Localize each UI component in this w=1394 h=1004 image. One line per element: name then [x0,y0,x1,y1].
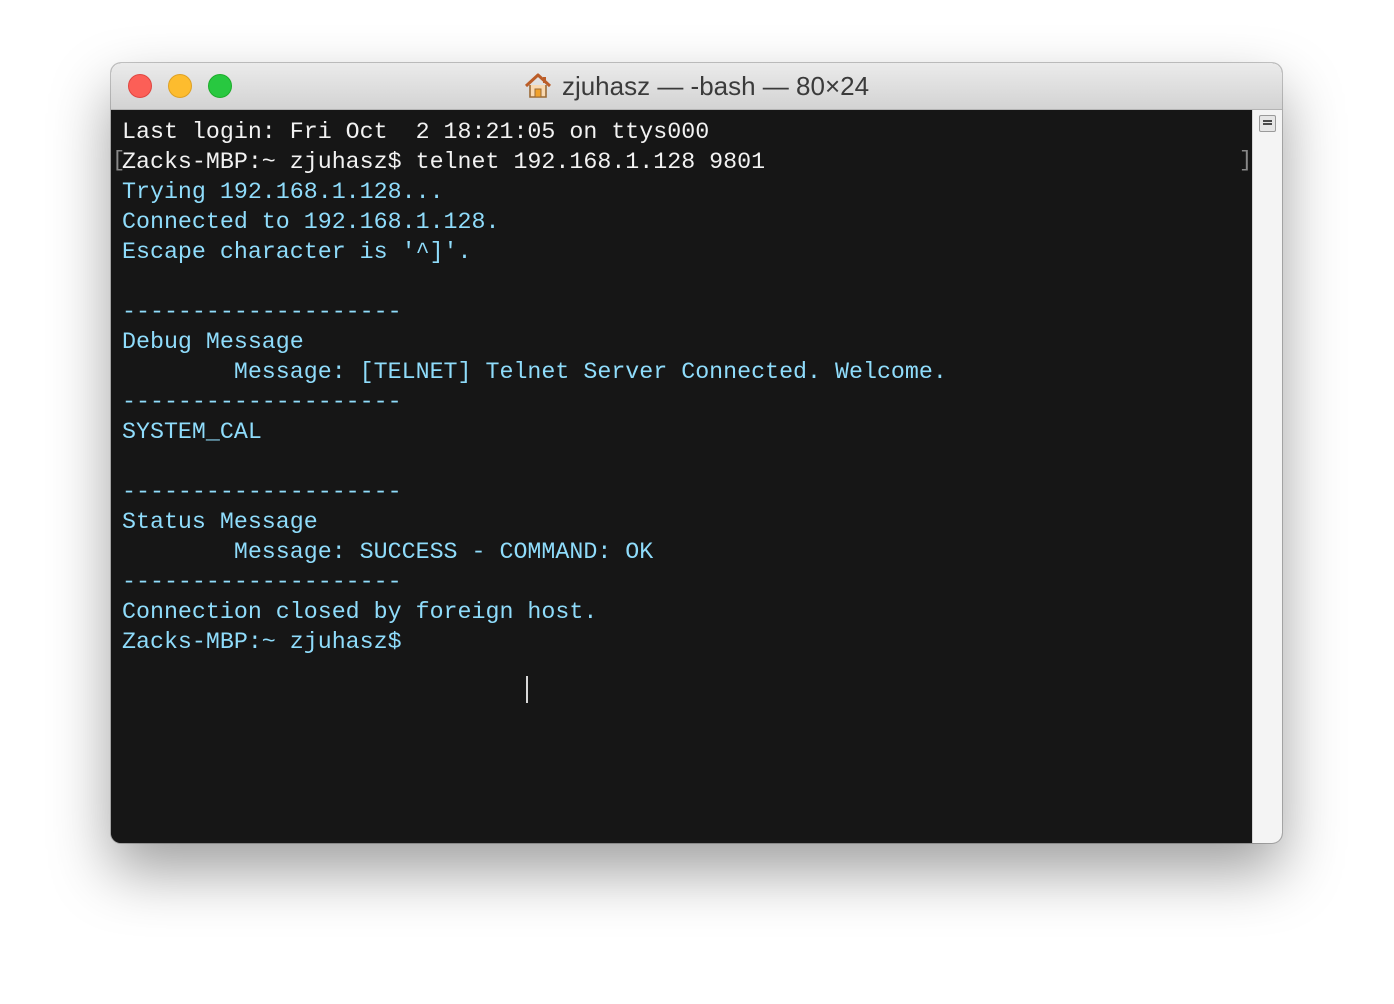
terminal-line-status-title: Status Message [122,509,318,535]
window-title: zjuhasz — -bash — 80×24 [561,70,870,101]
terminal-line-escape-character: Escape character is '^]'. [122,239,472,265]
terminal-line-separator: -------------------- [122,389,402,415]
terminal-line-current-prompt: Zacks-MBP:~ zjuhasz$ [122,629,416,655]
home-icon [524,73,551,98]
vertical-scrollbar[interactable] [1252,110,1282,843]
terminal-line-separator: -------------------- [122,569,402,595]
terminal-line-debug-title: Debug Message [122,329,304,355]
scroll-lines-icon[interactable] [1259,115,1276,132]
terminal-line-connection-closed: Connection closed by foreign host. [122,599,598,625]
terminal-line-telnet-command: Zacks-MBP:~ zjuhasz$ telnet 192.168.1.12… [122,149,766,175]
terminal-line-separator: -------------------- [122,299,402,325]
window-title-container: zjuhasz — -bash — 80×24 [111,63,1282,109]
terminal-line-separator: -------------------- [122,479,402,505]
terminal-line-status-message: Message: SUCCESS - COMMAND: OK [122,539,654,565]
title-bar[interactable]: zjuhasz — -bash — 80×24 [111,63,1282,110]
terminal-line-connected: Connected to 192.168.1.128. [122,209,500,235]
selection-left-bracket-icon: [ [112,148,126,173]
text-cursor [526,676,528,703]
terminal-line-trying: Trying 192.168.1.128... [122,179,444,205]
selection-right-bracket-icon: ] [1239,148,1253,173]
terminal-window: zjuhasz — -bash — 80×24 Last login: Fri … [111,63,1282,843]
terminal-line-debug-message: Message: [TELNET] Telnet Server Connecte… [122,359,947,385]
terminal-line-login: Last login: Fri Oct 2 18:21:05 on ttys00… [122,119,710,145]
terminal-content[interactable]: Last login: Fri Oct 2 18:21:05 on ttys00… [111,110,1253,843]
terminal-line-system-cal: SYSTEM_CAL [122,419,262,445]
